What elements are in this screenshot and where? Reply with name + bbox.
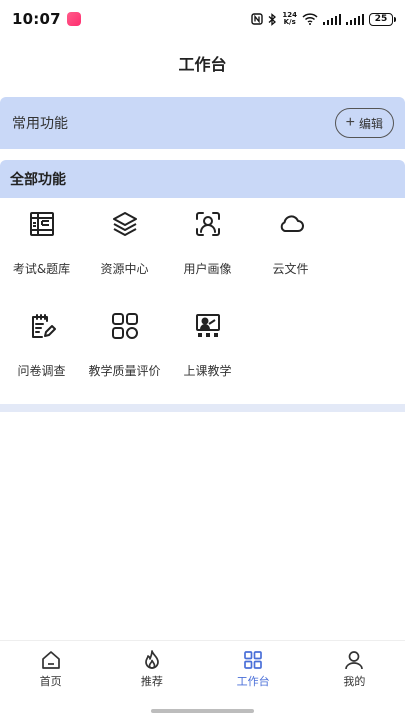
nav-label-workbench: 工作台 (236, 675, 270, 688)
function-tile-user-profile[interactable]: 用户画像 (166, 198, 249, 300)
section-divider (0, 404, 405, 412)
frequent-functions-section: 常用功能 + 编辑 (0, 97, 405, 149)
network-speed-unit: K/s (283, 18, 296, 26)
function-tile-label: 教学质量评价 (88, 364, 161, 378)
function-tile-cloud-files[interactable]: 云文件 (249, 198, 332, 300)
home-indicator[interactable] (151, 709, 254, 713)
nfc-icon (251, 13, 264, 25)
bluetooth-icon (268, 12, 277, 26)
workbench-grid-icon (242, 649, 264, 671)
edit-button[interactable]: + 编辑 (334, 108, 394, 138)
function-tile-teaching-evaluation[interactable]: 教学质量评价 (83, 300, 166, 402)
function-tile-exam[interactable]: 考试&题库 (0, 198, 83, 300)
function-tile-class-teaching[interactable]: 上课教学 (166, 300, 249, 402)
network-speed: 124 K/s (282, 12, 297, 26)
nav-label-mine: 我的 (343, 675, 366, 688)
grid-apps-icon (109, 310, 141, 342)
signal-icon-2 (346, 13, 364, 25)
status-right: 124 K/s 25 (251, 12, 396, 26)
teaching-board-icon (192, 310, 224, 342)
cloud-icon (275, 208, 307, 240)
plus-icon: + (345, 114, 355, 131)
function-grid: 考试&题库 资源中心 用户画像 云文件 问卷调查 教学质量评价 上课教学 (0, 198, 405, 402)
wifi-icon (302, 13, 318, 25)
status-time: 10:07 (12, 10, 61, 28)
function-tile-label: 用户画像 (183, 262, 232, 276)
nav-item-workbench[interactable]: 工作台 (203, 641, 304, 694)
nav-label-home: 首页 (39, 675, 62, 688)
function-tile-label: 考试&题库 (12, 262, 71, 276)
user-icon (343, 649, 365, 671)
signal-icon-1 (323, 13, 341, 25)
exam-bank-icon (26, 208, 58, 240)
layers-icon (109, 208, 141, 240)
flame-icon (141, 649, 163, 671)
frequent-functions-title: 常用功能 (12, 116, 68, 132)
function-tile-survey[interactable]: 问卷调查 (0, 300, 83, 402)
all-functions-section: 全部功能 (0, 160, 405, 198)
function-tile-label: 问卷调查 (17, 364, 66, 378)
status-bar: 10:07 124 K/s 25 (0, 0, 405, 38)
survey-clipboard-icon (26, 310, 58, 342)
app-notification-icon (66, 12, 81, 26)
all-functions-title: 全部功能 (10, 172, 66, 188)
nav-label-recommend: 推荐 (140, 675, 163, 688)
edit-label: 编辑 (358, 116, 383, 131)
function-tile-label: 上课教学 (183, 364, 232, 378)
function-tile-label: 云文件 (272, 262, 309, 276)
function-tile-resources[interactable]: 资源中心 (83, 198, 166, 300)
bottom-nav: 首页 推荐 工作台 我的 (0, 640, 405, 694)
face-scan-icon (192, 208, 224, 240)
home-icon (40, 649, 62, 671)
nav-item-mine[interactable]: 我的 (304, 641, 405, 694)
nav-item-recommend[interactable]: 推荐 (101, 641, 202, 694)
battery-indicator: 25 (369, 12, 396, 26)
page-title: 工作台 (178, 55, 227, 74)
page-header: 工作台 (0, 38, 405, 88)
nav-item-home[interactable]: 首页 (0, 641, 101, 694)
status-left: 10:07 (12, 10, 81, 28)
function-tile-label: 资源中心 (100, 262, 149, 276)
